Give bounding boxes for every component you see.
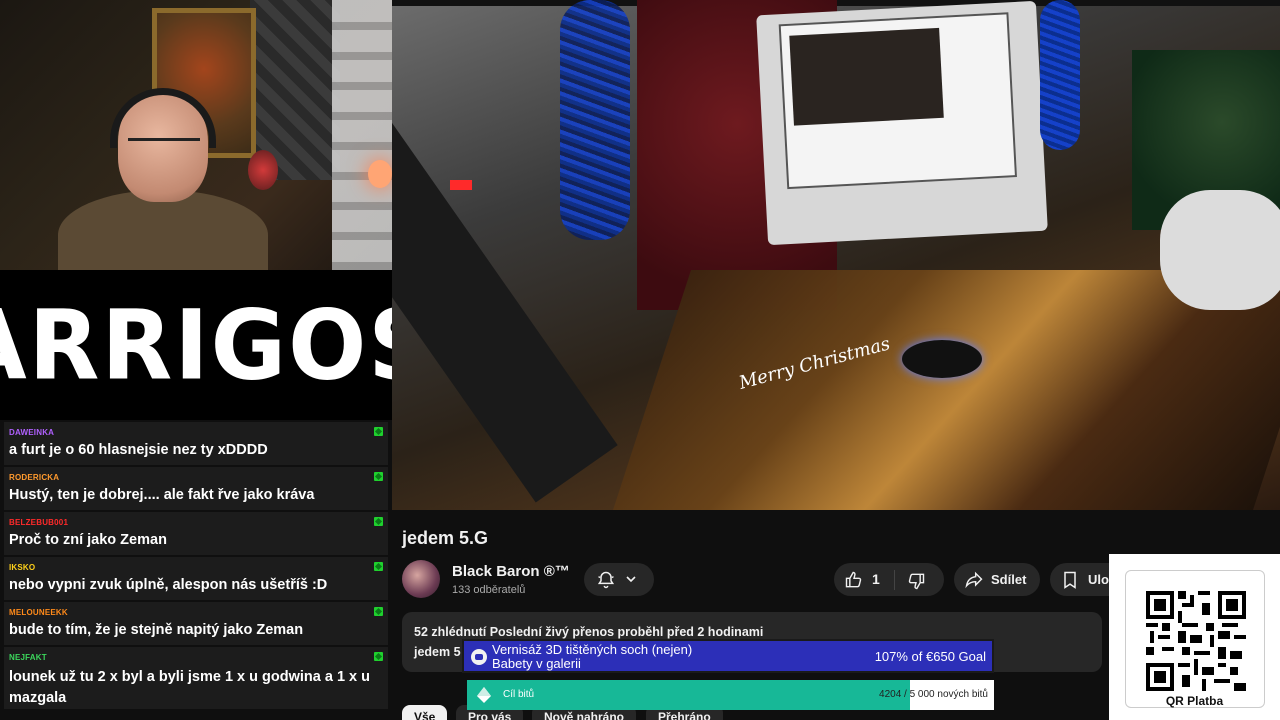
bell-icon	[597, 571, 615, 589]
chat-message: BELZEBUB001 Proč to zní jako Zeman	[4, 512, 388, 555]
chat-username: MELOUNEEKK	[9, 608, 68, 617]
chat-username: IKSKO	[9, 563, 36, 572]
mod-badge-icon	[374, 517, 383, 526]
thumbs-down-icon[interactable]	[906, 571, 926, 591]
mod-badge-icon	[374, 652, 383, 661]
chat-text: bude to tím, že je stejně napitý jako Ze…	[9, 622, 304, 638]
scene-mouse	[902, 340, 982, 378]
scene-led	[450, 180, 472, 190]
chat-text: a furt je o 60 hlasnejsie nez ty xDDDD	[9, 442, 268, 458]
scene-monitor	[756, 0, 1048, 246]
donation-goal-banner: Vernisáž 3D tištěných soch (nejen) Babet…	[462, 639, 994, 673]
qr-icon	[1146, 591, 1246, 691]
chat-message: IKSKO nebo vypni zvuk úplně, alespon nás…	[4, 557, 388, 600]
chat-message: DAWEINKA a furt je o 60 hlasnejsie nez t…	[4, 422, 388, 465]
chat-text: lounek už tu 2 x byl a byli jsme 1 x u g…	[9, 669, 370, 706]
chat-username: NEJFAKT	[9, 653, 47, 662]
share-icon	[965, 571, 983, 589]
mod-badge-icon	[374, 562, 383, 571]
goal-progress-text: 107% of €650 Goal	[874, 649, 986, 664]
channel-logo: ARRIGOS	[0, 270, 435, 420]
chat-username: DAWEINKA	[9, 428, 55, 437]
chat-username: RODERICKA	[9, 473, 60, 482]
bits-count: 4204 / 5 000 nových bitů	[879, 689, 988, 700]
chat-text: nebo vypni zvuk úplně, alespon nás ušetř…	[9, 577, 328, 593]
mod-badge-icon	[374, 607, 383, 616]
chat-text: Hustý, ten je dobrej.... ale fakt řve ja…	[9, 487, 315, 503]
goal-title-line-2: Babety v galerii	[492, 656, 581, 671]
like-count: 1	[872, 571, 880, 587]
logo-text: ARRIGOS	[0, 288, 437, 402]
view-count-and-date: 52 zhlédnutí Poslední živý přenos proběh…	[414, 625, 764, 639]
chevron-down-icon	[626, 576, 636, 583]
scene-desk-mat	[613, 270, 1280, 510]
streamer-body	[58, 190, 268, 270]
wall-panel	[332, 0, 392, 270]
like-dislike-group: 1	[834, 563, 944, 596]
glasses	[128, 138, 200, 156]
chip-all[interactable]: Vše	[402, 705, 448, 720]
chat-message: RODERICKA Hustý, ten je dobrej.... ale f…	[4, 467, 388, 510]
mod-badge-icon	[374, 472, 383, 481]
chat-message: MELOUNEEKK bude to tím, že je stejně nap…	[4, 602, 388, 645]
scene-monitor-screen	[778, 12, 1017, 190]
video-title: jedem 5.G	[402, 528, 489, 548]
scene-tinsel	[560, 0, 630, 240]
bits-label: Cíl bitů	[503, 689, 535, 700]
decoration	[248, 150, 278, 190]
lamp	[368, 160, 392, 188]
description-text: jedem 5	[414, 645, 461, 659]
stream-layout: ARRIGOS DAWEINKA a furt je o 60 hlasnejs…	[0, 0, 1280, 720]
subscriber-count: 133 odběratelů	[452, 584, 526, 596]
scene-tinsel	[1040, 0, 1080, 150]
qr-frame	[1125, 570, 1265, 708]
like-divider	[894, 570, 895, 590]
goal-icon	[471, 649, 487, 665]
channel-avatar[interactable]	[402, 560, 440, 598]
qr-payment-box: QR Platba	[1109, 554, 1280, 720]
notification-bell-button[interactable]	[584, 563, 654, 596]
chat-username: BELZEBUB001	[9, 518, 69, 527]
mod-badge-icon	[374, 427, 383, 436]
video-player[interactable]: Merry Christmas	[392, 0, 1280, 510]
goal-title-line-1: Vernisáž 3D tištěných soch (nejen)	[492, 642, 693, 657]
chat-message: NEJFAKT lounek už tu 2 x byl a byli jsme…	[4, 647, 388, 709]
scene-heater	[1160, 190, 1280, 310]
goal-title: Vernisáž 3D tištěných soch (nejen) Babet…	[492, 643, 792, 671]
thumbs-up-icon[interactable]	[844, 570, 864, 590]
save-icon	[1064, 571, 1076, 589]
qr-label: QR Platba	[1165, 694, 1224, 708]
webcam-feed	[0, 0, 392, 270]
chat-text: Proč to zní jako Zeman	[9, 532, 167, 548]
share-label: Sdílet	[991, 572, 1027, 587]
bits-goal-bar: Cíl bitů 4204 / 5 000 nových bitů	[467, 680, 994, 710]
channel-name[interactable]: Black Baron ®™	[452, 563, 570, 580]
share-button[interactable]: Sdílet	[954, 563, 1040, 596]
chat-panel: DAWEINKA a furt je o 60 hlasnejsie nez t…	[0, 422, 392, 720]
diamond-icon	[477, 687, 491, 703]
